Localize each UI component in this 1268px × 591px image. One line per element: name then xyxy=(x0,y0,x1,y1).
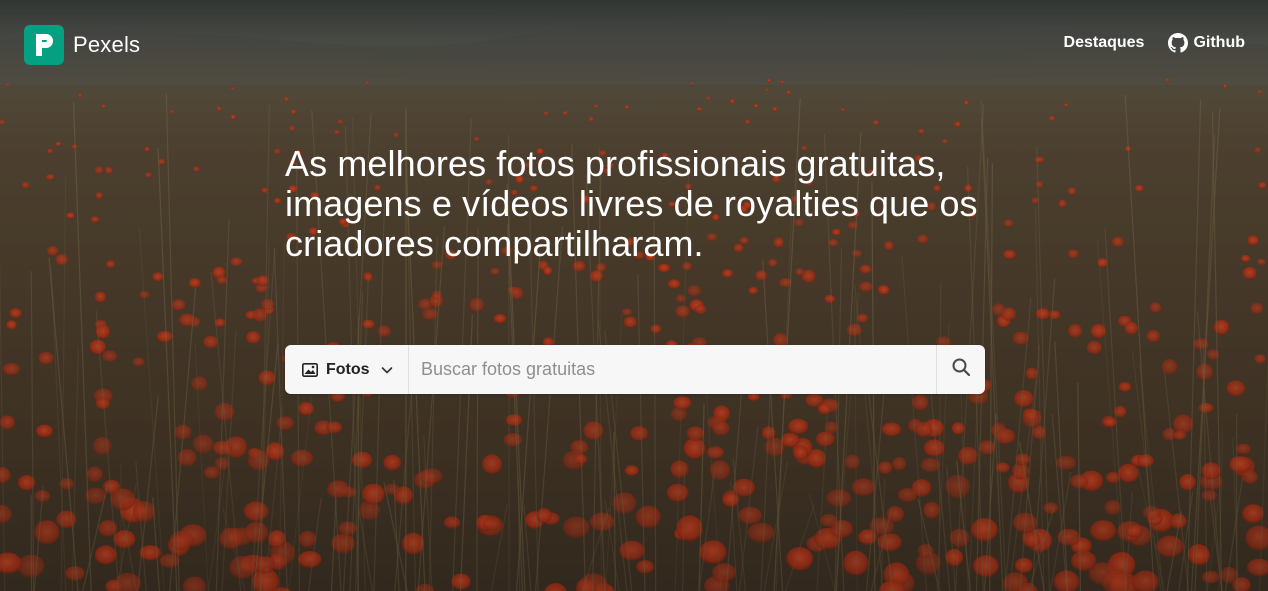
image-icon xyxy=(302,362,318,377)
search-icon xyxy=(951,357,971,382)
search-type-label: Fotos xyxy=(326,360,370,378)
search-type-dropdown[interactable]: Fotos xyxy=(285,345,409,394)
search-input[interactable] xyxy=(409,345,936,394)
search-button[interactable] xyxy=(936,345,985,394)
nav-link-destaques[interactable]: Destaques xyxy=(1064,34,1145,52)
nav-links: Destaques Github xyxy=(1064,33,1245,53)
hero-headline: As melhores fotos profissionais gratuita… xyxy=(285,143,978,264)
pexels-logo-icon xyxy=(24,25,64,65)
github-icon xyxy=(1168,33,1189,53)
chevron-down-icon xyxy=(380,363,394,377)
nav-link-label: Github xyxy=(1193,34,1245,51)
brand-logo-link[interactable]: Pexels xyxy=(24,25,140,65)
search-bar: Fotos xyxy=(285,345,985,394)
top-nav: Pexels Destaques Github xyxy=(0,0,1268,90)
nav-link-github[interactable]: Github xyxy=(1168,33,1245,53)
nav-link-label: Destaques xyxy=(1063,34,1145,51)
brand-name: Pexels xyxy=(73,32,141,57)
